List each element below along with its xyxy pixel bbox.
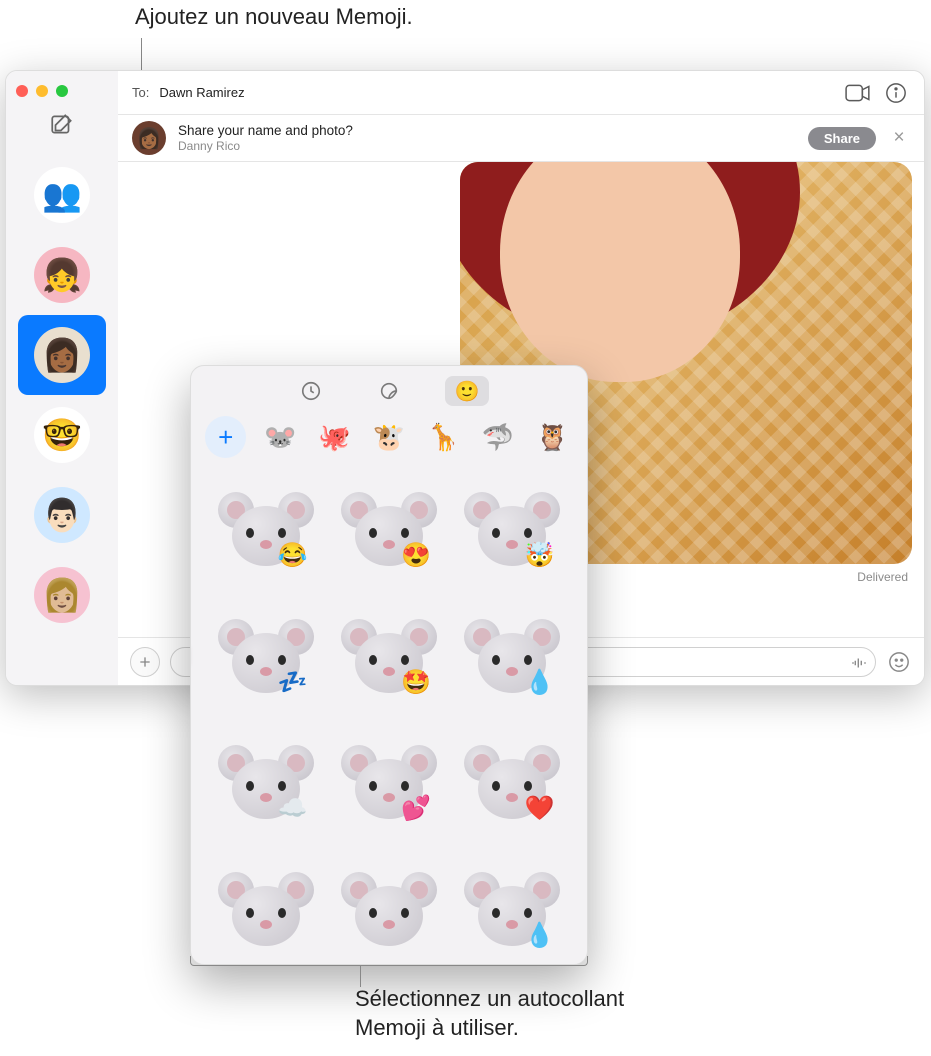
apps-button[interactable] xyxy=(130,647,160,677)
sticker-mouse-tear[interactable]: 💧 xyxy=(456,605,569,712)
share-button[interactable]: Share xyxy=(808,127,876,150)
conversation-3[interactable]: 🤓 xyxy=(18,395,106,475)
avatar: 🤓 xyxy=(34,407,90,463)
sticker-mouse-hearts[interactable]: ❤️ xyxy=(456,731,569,838)
conversation-1[interactable]: 👧 xyxy=(18,235,106,315)
memoji-sticker-grid: 😂😍🤯💤🤩💧☁️💕❤️💧 xyxy=(191,468,587,964)
callout-add-memoji: Ajoutez un nouveau Memoji. xyxy=(135,4,413,30)
conversation-header: To: Dawn Ramirez xyxy=(118,71,924,115)
memoji-head-octopus[interactable]: 🐙 xyxy=(314,416,355,458)
recipient-name: Dawn Ramirez xyxy=(159,85,244,100)
window-controls xyxy=(6,79,78,97)
sticker-mouse-heart-eyes[interactable]: 😍 xyxy=(332,478,445,585)
sticker-mouse-angry[interactable] xyxy=(332,858,445,965)
emoji-picker-button[interactable] xyxy=(886,649,912,675)
conversation-2[interactable]: 👩🏾 xyxy=(18,315,106,395)
conversation-4[interactable]: 👨🏻 xyxy=(18,475,106,555)
memoji-popover: 🙂 +🐭🐙🐮🦒🦈🦉 😂😍🤯💤🤩💧☁️💕❤️💧 xyxy=(190,365,588,965)
add-memoji-button[interactable]: + xyxy=(205,416,246,458)
avatar: 👧 xyxy=(34,247,90,303)
sticker-mouse-star-eyes[interactable]: 🤩 xyxy=(332,605,445,712)
banner-avatar: 👩🏾 xyxy=(132,121,166,155)
zoom-window[interactable] xyxy=(56,85,68,97)
sidebar: 👥 👧 👩🏾 🤓 👨🏻 👩🏼 xyxy=(6,71,118,685)
conversation-0[interactable]: 👥 xyxy=(18,155,106,235)
avatar: 👥 xyxy=(34,167,90,223)
banner-title: Share your name and photo? xyxy=(178,123,796,139)
delivery-status: Delivered xyxy=(857,570,908,584)
memoji-character-row: + 🐭 🐙 🐮 🦒 🦈 🦉 xyxy=(191,410,587,468)
sticker-mouse-mind-blown[interactable]: 🤯 xyxy=(456,478,569,585)
sticker-mouse-worried[interactable] xyxy=(209,858,322,965)
memoji-head-giraffe[interactable]: 🦒 xyxy=(423,416,464,458)
memoji-head-mouse[interactable]: 🐭 xyxy=(259,416,300,458)
details-button[interactable] xyxy=(882,82,910,104)
tab-memoji[interactable]: 🙂 xyxy=(445,376,489,406)
tab-recents[interactable] xyxy=(289,376,333,406)
sticker-mouse-kiss-hearts[interactable]: 💕 xyxy=(332,731,445,838)
to-label: To: xyxy=(132,85,149,100)
memoji-head-cow[interactable]: 🐮 xyxy=(368,416,409,458)
banner-subtitle: Danny Rico xyxy=(178,139,796,153)
conversation-5[interactable]: 👩🏼 xyxy=(18,555,106,635)
sticker-mouse-tears-joy[interactable]: 😂 xyxy=(209,478,322,585)
sticker-mouse-sweat[interactable]: 💧 xyxy=(456,858,569,965)
callout-select-sticker: Sélectionnez un autocollant Memoji à uti… xyxy=(355,985,624,1042)
compose-button[interactable] xyxy=(49,111,75,137)
memoji-head-owl[interactable]: 🦉 xyxy=(532,416,573,458)
facetime-button[interactable] xyxy=(844,82,872,104)
tab-stickers[interactable] xyxy=(367,376,411,406)
dismiss-banner[interactable]: × xyxy=(888,127,910,149)
share-name-banner: 👩🏾 Share your name and photo? Danny Rico… xyxy=(118,115,924,162)
close-window[interactable] xyxy=(16,85,28,97)
avatar: 👩🏼 xyxy=(34,567,90,623)
sticker-mouse-sleeping[interactable]: 💤 xyxy=(209,605,322,712)
memoji-head-shark[interactable]: 🦈 xyxy=(477,416,518,458)
sticker-mouse-clouds[interactable]: ☁️ xyxy=(209,731,322,838)
popover-tabs: 🙂 xyxy=(191,366,587,410)
audio-message-button[interactable] xyxy=(847,651,871,675)
callout-bracket xyxy=(190,956,588,966)
callout-line xyxy=(360,965,361,987)
avatar: 👩🏾 xyxy=(34,327,90,383)
minimize-window[interactable] xyxy=(36,85,48,97)
avatar: 👨🏻 xyxy=(34,487,90,543)
